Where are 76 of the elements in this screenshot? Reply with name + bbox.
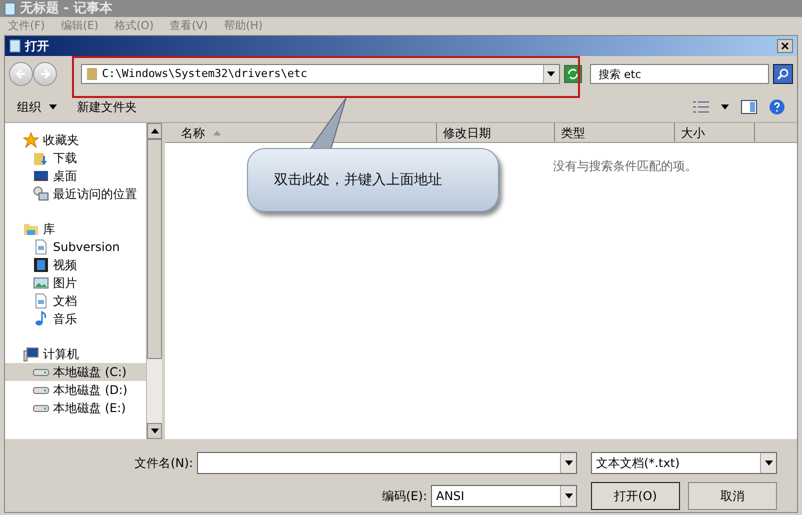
forward-button[interactable]	[33, 62, 57, 86]
open-button[interactable]: 打开(O)	[591, 482, 680, 510]
search-field[interactable]: 搜索 etc	[590, 64, 770, 84]
filetype-dropdown[interactable]: 文本文档(*.txt)	[591, 452, 777, 474]
callout-text: 双击此处，并键入上面地址	[274, 170, 442, 190]
new-folder-button[interactable]: 新建文件夹	[77, 98, 137, 116]
recent-places-icon	[33, 186, 49, 202]
caret-down-icon	[564, 460, 572, 466]
refresh-arrows-icon	[566, 68, 579, 80]
caret-down-icon	[49, 104, 57, 110]
folder-download-icon	[33, 150, 49, 166]
sidebar-item[interactable]: 下载	[5, 149, 146, 167]
sidebar-item[interactable]: 本地磁盘 (C:)	[5, 363, 146, 381]
sidebar-item[interactable]: 本地磁盘 (E:)	[5, 399, 146, 417]
window-title: 无标题 - 记事本	[20, 0, 112, 18]
notepad-icon	[4, 2, 16, 16]
caret-down-icon[interactable]	[721, 104, 729, 110]
search-button[interactable]	[773, 64, 793, 84]
address-field[interactable]: C:\Windows\System32\drivers\etc	[81, 64, 560, 84]
library-folder-icon	[23, 221, 39, 237]
cancel-button[interactable]: 取消	[688, 482, 777, 510]
dropdown-button[interactable]	[542, 65, 559, 83]
caret-up-icon	[150, 128, 158, 134]
encoding-label: 编码(E):	[381, 488, 428, 505]
caret-down-icon	[547, 71, 556, 77]
address-path: C:\Windows\System32\drivers\etc	[102, 66, 308, 82]
empty-message: 没有与搜索条件匹配的项。	[553, 158, 697, 175]
notepad-icon	[9, 39, 21, 53]
sidebar-item[interactable]: 音乐	[5, 310, 146, 328]
film-icon	[33, 257, 49, 273]
scrollbar[interactable]	[146, 123, 162, 439]
dropdown-button[interactable]	[760, 453, 776, 473]
back-button[interactable]	[9, 62, 33, 86]
sidebar-item[interactable]: 图片	[5, 274, 146, 292]
view-list-icon[interactable]	[693, 101, 709, 113]
dialog-title: 打开	[25, 38, 49, 55]
close-button[interactable]	[777, 39, 793, 53]
sidebar-item[interactable]: 最近访问的位置	[5, 185, 146, 203]
column-header[interactable]: 大小	[675, 123, 755, 142]
caret-down-icon	[764, 460, 772, 466]
sidebar-item[interactable]: 本地磁盘 (D:)	[5, 381, 146, 399]
close-icon	[781, 42, 789, 50]
picture-icon	[33, 275, 49, 291]
sidebar-item[interactable]: 视频	[5, 256, 146, 274]
folder-icon	[86, 67, 98, 81]
sidebar-group[interactable]: 库	[5, 220, 146, 238]
sidebar-item[interactable]: 桌面	[5, 167, 146, 185]
encoding-dropdown[interactable]: ANSI	[431, 485, 577, 507]
music-note-icon	[33, 311, 49, 327]
hard-drive-icon	[33, 368, 49, 376]
column-header[interactable]: 修改日期	[437, 123, 555, 142]
filename-field[interactable]	[197, 452, 577, 474]
desktop-icon	[33, 168, 49, 184]
hard-drive-icon	[33, 386, 49, 394]
search-icon	[777, 68, 790, 80]
help-icon[interactable]	[769, 99, 785, 115]
column-header[interactable]: 类型	[555, 123, 675, 142]
document-icon	[33, 293, 49, 309]
organize-button[interactable]: 组织	[17, 98, 57, 116]
dropdown-button[interactable]	[560, 453, 576, 473]
filename-label: 文件名(N):	[134, 455, 194, 472]
sidebar-item[interactable]: Subversion	[5, 238, 146, 256]
computer-icon	[23, 346, 39, 362]
sort-arrow-icon	[213, 130, 221, 136]
arrow-left-icon	[15, 68, 27, 80]
caret-down-icon	[150, 428, 158, 434]
dropdown-button[interactable]	[560, 486, 576, 506]
sidebar-group[interactable]: 收藏夹	[5, 131, 146, 149]
preview-pane-icon[interactable]	[741, 100, 757, 114]
arrow-right-icon	[39, 68, 51, 80]
star-icon	[23, 132, 39, 148]
sidebar-group[interactable]: 计算机	[5, 345, 146, 363]
hard-drive-icon	[33, 404, 49, 412]
caret-down-icon	[564, 493, 572, 499]
sidebar-item[interactable]: 文档	[5, 292, 146, 310]
document-icon	[33, 239, 49, 255]
